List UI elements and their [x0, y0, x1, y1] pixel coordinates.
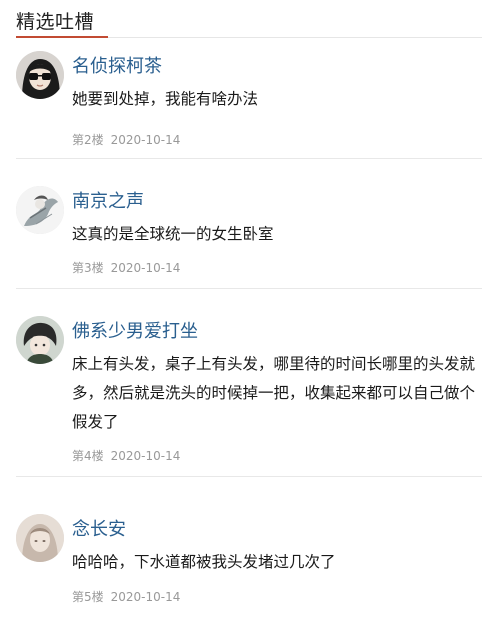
comment-date: 2020-10-14 [110, 261, 181, 275]
username[interactable]: 名侦探柯茶 [72, 52, 162, 78]
comment-date: 2020-10-14 [110, 449, 181, 463]
avatar-blurry-portrait-icon[interactable] [16, 514, 64, 562]
comment-meta: 第3楼 2020-10-14 [72, 259, 180, 276]
comment-item: 佛系少男爱打坐 床上有头发，桌子上有头发，哪里待的时间长哪里的头发就多，然后就是… [16, 316, 482, 477]
comment-item: 名侦探柯茶 她要到处掉，我能有啥办法 第2楼 2020-10-14 [16, 51, 482, 159]
comment-date: 2020-10-14 [110, 590, 181, 604]
avatar-ink-illustration-icon[interactable] [16, 186, 64, 234]
comment-meta: 第4楼 2020-10-14 [72, 447, 180, 464]
username[interactable]: 念长安 [72, 515, 126, 541]
comment-meta: 第5楼 2020-10-14 [72, 588, 180, 605]
username[interactable]: 佛系少男爱打坐 [72, 317, 198, 343]
floor-number: 第2楼 [72, 133, 104, 147]
avatar-sunglasses-girl-icon[interactable] [16, 51, 64, 99]
comment-date: 2020-10-14 [110, 133, 181, 147]
username[interactable]: 南京之声 [72, 187, 144, 213]
comments-page: 精选吐槽 名侦探柯茶 她要到处掉，我能有啥办法 第2楼 2020-10-14 南… [0, 0, 500, 633]
floor-number: 第4楼 [72, 449, 104, 463]
floor-number: 第5楼 [72, 590, 104, 604]
section-title: 精选吐槽 [16, 11, 95, 33]
section-header: 精选吐槽 [16, 0, 482, 38]
floor-number: 第3楼 [72, 261, 104, 275]
comment-text: 床上有头发，桌子上有头发，哪里待的时间长哪里的头发就多，然后就是洗头的时候掉一把… [72, 355, 476, 431]
comment-text: 这真的是全球统一的女生卧室 [72, 225, 274, 243]
comment-item: 念长安 哈哈哈，下水道都被我头发堵过几次了 第5楼 2020-10-14 [16, 514, 482, 614]
comment-meta: 第2楼 2020-10-14 [72, 131, 180, 148]
section-title-underline [16, 36, 108, 38]
comment-item: 南京之声 这真的是全球统一的女生卧室 第3楼 2020-10-14 [16, 186, 482, 289]
comment-text: 哈哈哈，下水道都被我头发堵过几次了 [72, 553, 336, 571]
avatar-anime-boy-icon[interactable] [16, 316, 64, 364]
comment-text: 她要到处掉，我能有啥办法 [72, 90, 259, 108]
